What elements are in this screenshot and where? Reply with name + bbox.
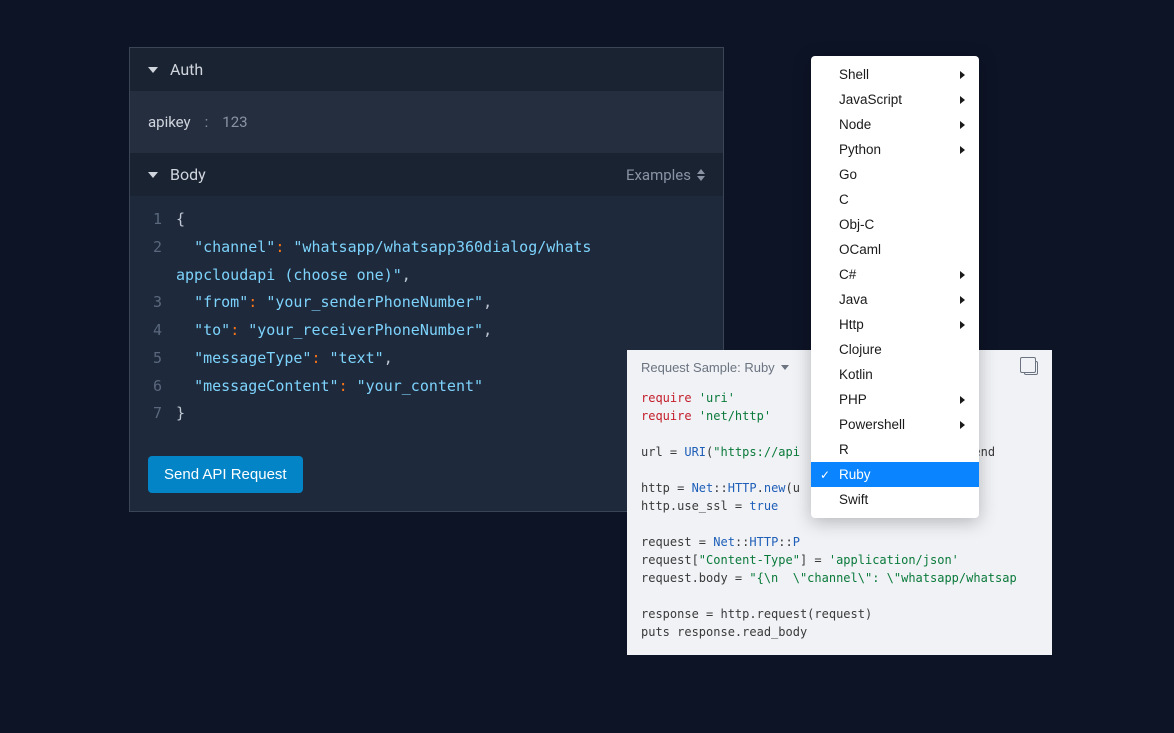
language-item-ocaml[interactable]: OCaml [811,237,979,262]
examples-label: Examples [626,166,691,184]
language-item-swift[interactable]: Swift [811,487,979,512]
line-number: 2 [130,234,176,262]
language-item-php[interactable]: PHP [811,387,979,412]
language-label: Http [839,317,864,332]
code-line: 3 "from": "your_senderPhoneNumber", [130,289,723,317]
language-label: C [839,192,849,207]
body-title: Body [170,165,206,184]
language-label: Obj-C [839,217,874,232]
chevron-right-icon [960,96,965,104]
colon: : [205,113,209,131]
chevron-down-icon [781,365,789,370]
language-item-node[interactable]: Node [811,112,979,137]
language-menu: Shell JavaScript Node Python Go C Obj-C OCaml C#… [811,56,979,518]
line-number: 4 [130,317,176,345]
chevron-right-icon [960,71,965,79]
language-item-shell[interactable]: Shell [811,62,979,87]
line-number: 3 [130,289,176,317]
code-line: 4 "to": "your_receiverPhoneNumber", [130,317,723,345]
language-item-powershell[interactable]: Powershell [811,412,979,437]
line-number: 5 [130,345,176,373]
body-section-header[interactable]: Body Examples [130,153,723,196]
language-label: PHP [839,392,867,407]
auth-body: apikey : 123 [130,91,723,153]
auth-section-header[interactable]: Auth [130,48,723,91]
language-item-objc[interactable]: Obj-C [811,212,979,237]
language-item-clojure[interactable]: Clojure [811,337,979,362]
language-item-c[interactable]: C [811,187,979,212]
caret-down-icon [148,67,158,73]
code-content: "channel": "whatsapp/whatsapp360dialog/w… [176,234,591,262]
language-label: Go [839,167,857,182]
language-label: Powershell [839,417,905,432]
code-content: "from": "your_senderPhoneNumber", [176,289,492,317]
line-number [130,262,176,290]
language-label: C# [839,267,856,282]
language-label: JavaScript [839,92,902,107]
code-line: appcloudapi (choose one)", [130,262,723,290]
language-label: Swift [839,492,868,507]
chevron-right-icon [960,321,965,329]
language-item-go[interactable]: Go [811,162,979,187]
examples-dropdown[interactable]: Examples [626,166,705,184]
caret-down-icon [148,172,158,178]
language-item-java[interactable]: Java [811,287,979,312]
chevron-right-icon [960,121,965,129]
copy-button[interactable] [1024,361,1038,375]
language-label: Shell [839,67,869,82]
code-content: } [176,400,185,428]
language-label: R [839,442,849,457]
chevron-right-icon [960,421,965,429]
language-item-javascript[interactable]: JavaScript [811,87,979,112]
language-item-http[interactable]: Http [811,312,979,337]
code-content: "to": "your_receiverPhoneNumber", [176,317,492,345]
language-item-kotlin[interactable]: Kotlin [811,362,979,387]
sample-language-dropdown[interactable]: Request Sample: Ruby [641,360,789,375]
code-content: "messageContent": "your_content" [176,373,483,401]
sort-icon [697,169,705,181]
language-label: Java [839,292,868,307]
language-label: OCaml [839,242,881,257]
line-number: 7 [130,400,176,428]
chevron-right-icon [960,146,965,154]
language-label: Node [839,117,871,132]
language-label: Clojure [839,342,882,357]
auth-value[interactable]: 123 [222,113,247,131]
language-label: Python [839,142,881,157]
line-number: 1 [130,206,176,234]
language-item-python[interactable]: Python [811,137,979,162]
chevron-right-icon [960,396,965,404]
copy-icon [1024,361,1038,375]
send-api-request-button[interactable]: Send API Request [148,456,303,493]
code-content: "messageType": "text", [176,345,393,373]
chevron-right-icon [960,296,965,304]
code-content: appcloudapi (choose one)", [176,262,411,290]
code-line: 1{ [130,206,723,234]
line-number: 6 [130,373,176,401]
language-item-c[interactable]: C# [811,262,979,287]
code-content: { [176,206,185,234]
code-line: 2 "channel": "whatsapp/whatsapp360dialog… [130,234,723,262]
auth-title: Auth [170,60,203,79]
language-label: Ruby [839,467,871,482]
language-item-ruby[interactable]: Ruby [811,462,979,487]
chevron-right-icon [960,271,965,279]
language-label: Kotlin [839,367,873,382]
auth-key-label: apikey [148,113,191,131]
language-item-r[interactable]: R [811,437,979,462]
sample-title-label: Request Sample: Ruby [641,360,775,375]
